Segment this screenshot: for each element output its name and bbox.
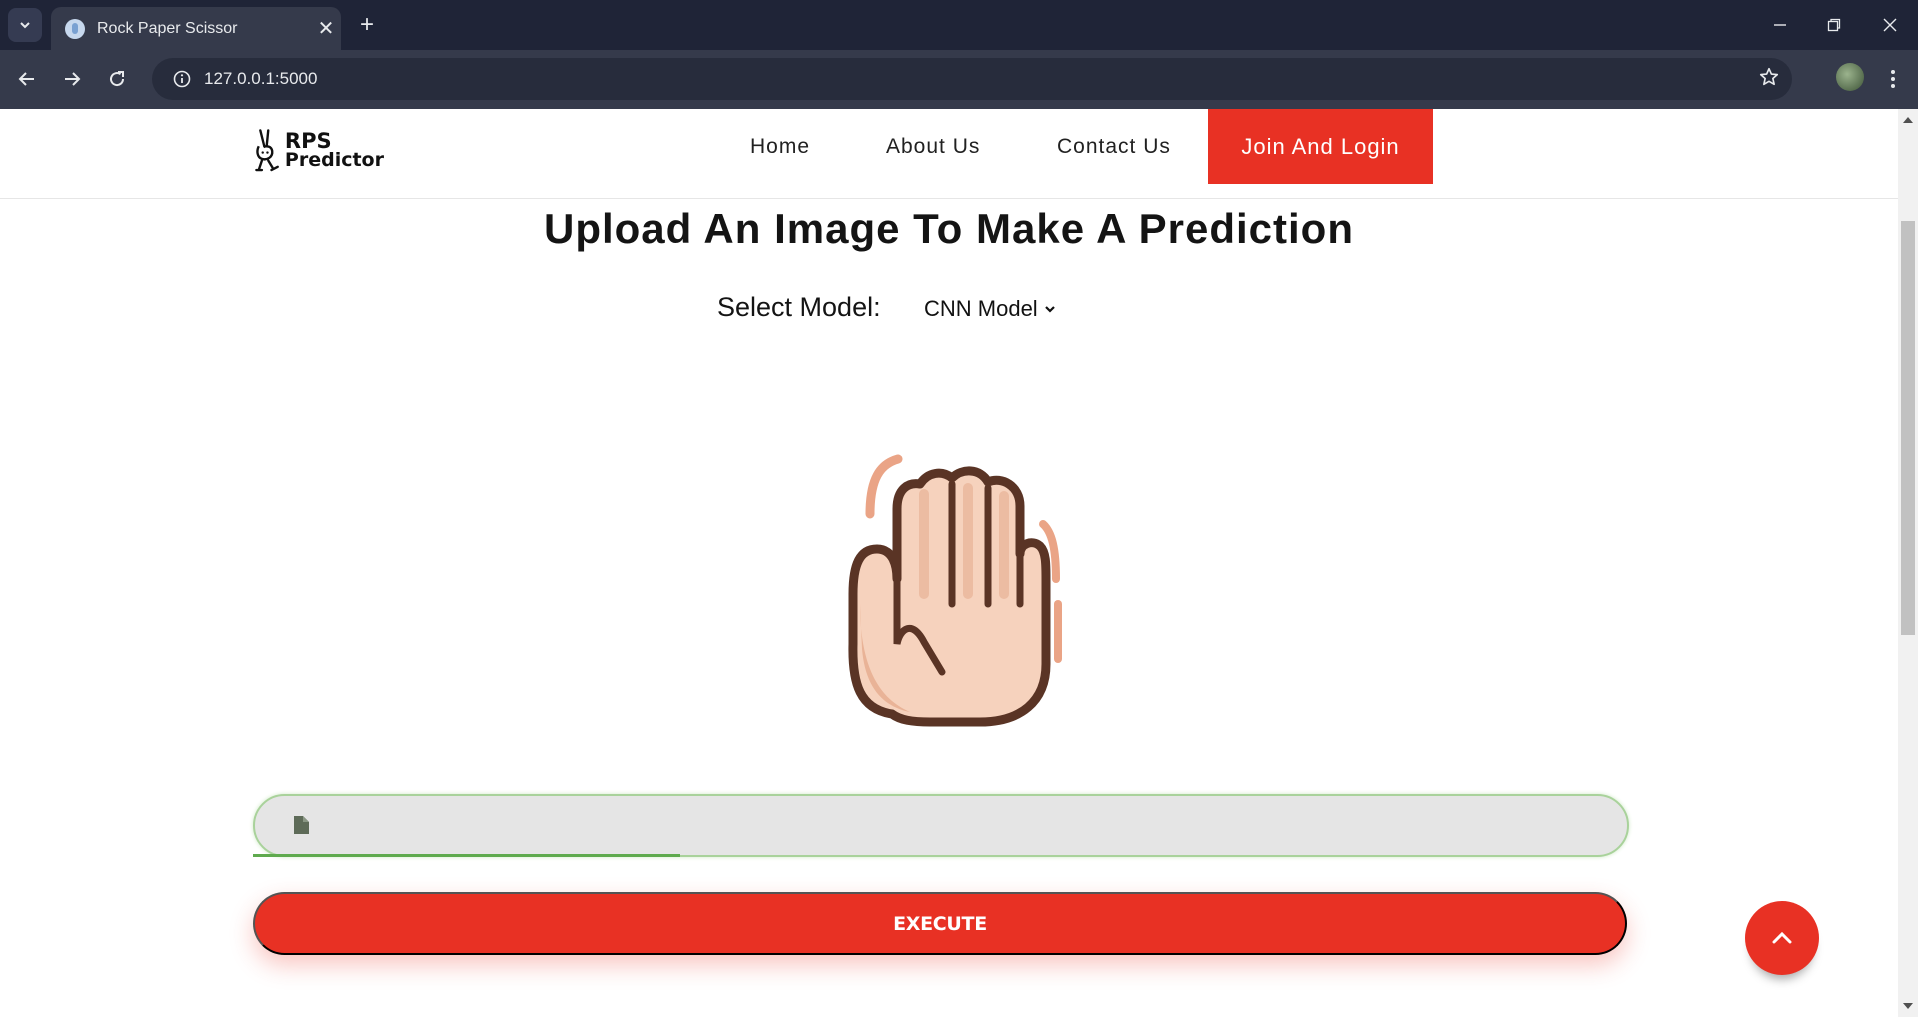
forward-button[interactable] [53, 60, 91, 98]
minimize-icon [1774, 24, 1786, 26]
scroll-down-arrow-icon[interactable] [1903, 1003, 1913, 1009]
browser-tab[interactable]: Rock Paper Scissor ✕ [51, 7, 341, 50]
back-button[interactable] [8, 60, 46, 98]
profile-avatar[interactable] [1836, 63, 1864, 91]
model-select-value: CNN Model [924, 296, 1038, 321]
url-text: 127.0.0.1:5000 [204, 69, 318, 88]
more-vertical-icon [1891, 70, 1895, 88]
site-header: RPS Predictor Home About Us Contact Us J… [0, 109, 1898, 199]
execute-button[interactable]: EXECUTE [253, 892, 1627, 955]
restore-button[interactable] [1806, 0, 1862, 50]
nav-contact-us[interactable]: Contact Us [1057, 109, 1171, 184]
favicon-icon [65, 18, 85, 39]
address-bar[interactable]: 127.0.0.1:5000 [152, 58, 1792, 100]
scrollbar-thumb[interactable] [1901, 221, 1915, 635]
reload-icon [110, 71, 125, 87]
model-select-row: Select Model: CNN Model [0, 292, 1898, 332]
browser-menu-button[interactable] [1878, 60, 1908, 98]
chevron-down-icon [1044, 306, 1055, 313]
chevron-down-icon [20, 22, 30, 29]
site-logo[interactable]: RPS Predictor [254, 123, 384, 179]
tab-search-button[interactable] [8, 8, 42, 42]
scroll-up-arrow-icon[interactable] [1903, 117, 1913, 123]
restore-icon [1827, 18, 1841, 32]
join-and-login-button[interactable]: Join And Login [1208, 109, 1433, 184]
site-info-icon[interactable] [160, 70, 204, 88]
nav-home[interactable]: Home [750, 109, 810, 184]
peace-hand-logo-icon [255, 129, 279, 172]
close-window-button[interactable] [1862, 0, 1918, 50]
logo-subtitle: Predictor [284, 149, 384, 171]
upload-progress-bar [253, 854, 680, 857]
nav-about-us[interactable]: About Us [886, 109, 980, 184]
raised-hand-icon [848, 454, 1062, 727]
model-select-dropdown[interactable]: CNN Model [924, 296, 1056, 322]
chevron-up-icon [1772, 931, 1792, 944]
page-viewport: RPS Predictor Home About Us Contact Us J… [0, 109, 1898, 1017]
arrow-left-icon [18, 72, 34, 86]
tab-title: Rock Paper Scissor [97, 19, 238, 37]
file-upload-input[interactable] [253, 794, 1629, 857]
new-tab-button[interactable]: + [352, 10, 382, 40]
arrow-right-icon [65, 72, 81, 86]
file-icon [294, 816, 309, 834]
close-icon [1883, 18, 1897, 32]
reload-button[interactable] [98, 60, 136, 98]
tab-close-icon[interactable]: ✕ [311, 16, 341, 41]
page-title: Upload An Image To Make A Prediction [544, 205, 1354, 252]
browser-toolbar: 127.0.0.1:5000 [0, 50, 1918, 109]
page-scrollbar[interactable] [1898, 109, 1918, 1017]
browser-tab-bar: Rock Paper Scissor ✕ + [0, 0, 1918, 50]
back-to-top-button[interactable] [1745, 901, 1819, 975]
model-select-label: Select Model: [717, 292, 881, 322]
bookmark-star-icon[interactable] [1758, 66, 1780, 93]
minimize-button[interactable] [1752, 0, 1808, 50]
